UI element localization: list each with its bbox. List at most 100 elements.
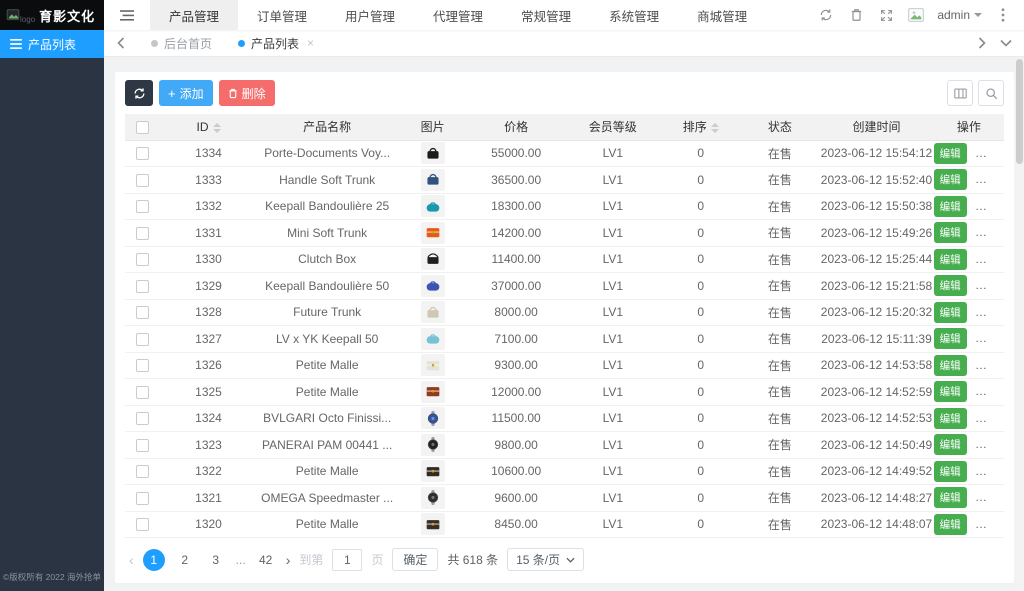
goto-page-input[interactable] <box>332 549 362 571</box>
add-button[interactable]: + 添加 <box>159 80 213 106</box>
logo-area[interactable]: logo 育影文化 <box>0 0 104 30</box>
tabs-scroll-left-icon[interactable] <box>104 37 138 49</box>
search-icon[interactable] <box>978 80 1004 106</box>
product-image[interactable] <box>421 487 445 509</box>
header-sort[interactable]: 排序 <box>661 114 740 140</box>
edit-button[interactable]: 编辑 <box>934 434 967 455</box>
edit-button[interactable]: 编辑 <box>934 275 967 296</box>
page-number-button[interactable]: 1 <box>143 549 165 571</box>
edit-button[interactable]: 编辑 <box>934 514 967 535</box>
product-image[interactable] <box>421 381 445 403</box>
select-all-checkbox[interactable] <box>136 121 149 134</box>
delete-button[interactable]: 删除 <box>975 408 1004 429</box>
topnav-tab[interactable]: 常规管理 <box>502 0 590 30</box>
row-checkbox[interactable] <box>136 386 149 399</box>
row-checkbox[interactable] <box>136 200 149 213</box>
close-icon[interactable]: × <box>307 36 314 50</box>
row-checkbox[interactable] <box>136 465 149 478</box>
edit-button[interactable]: 编辑 <box>934 355 967 376</box>
delete-button[interactable]: 删除 <box>975 302 1004 323</box>
product-image[interactable] <box>421 222 445 244</box>
product-image[interactable] <box>421 434 445 456</box>
product-image[interactable] <box>421 460 445 482</box>
delete-button[interactable]: 删除 <box>975 328 1004 349</box>
delete-button[interactable]: 删除 <box>975 196 1004 217</box>
row-checkbox[interactable] <box>136 147 149 160</box>
product-image[interactable] <box>421 248 445 270</box>
more-icon[interactable] <box>990 2 1016 28</box>
topnav-tab[interactable]: 订单管理 <box>238 0 326 30</box>
edit-button[interactable]: 编辑 <box>934 169 967 190</box>
delete-button[interactable]: 删除 <box>975 249 1004 270</box>
page-number-button[interactable]: 42 <box>255 549 277 571</box>
edit-button[interactable]: 编辑 <box>934 249 967 270</box>
delete-button[interactable]: 删除 <box>219 80 275 106</box>
row-checkbox[interactable] <box>136 439 149 452</box>
topnav-tab[interactable]: 商城管理 <box>678 0 766 30</box>
row-checkbox[interactable] <box>136 280 149 293</box>
delete-button[interactable]: 删除 <box>975 275 1004 296</box>
edit-button[interactable]: 编辑 <box>934 487 967 508</box>
columns-toggle-icon[interactable] <box>947 80 973 106</box>
delete-button[interactable]: 删除 <box>975 222 1004 243</box>
row-checkbox[interactable] <box>136 253 149 266</box>
edit-button[interactable]: 编辑 <box>934 408 967 429</box>
vertical-scrollbar[interactable] <box>1015 57 1024 591</box>
row-checkbox[interactable] <box>136 174 149 187</box>
header-id[interactable]: ID <box>160 114 257 140</box>
goto-confirm-button[interactable]: 确定 <box>392 548 438 571</box>
row-checkbox[interactable] <box>136 227 149 240</box>
clear-cache-icon[interactable] <box>843 2 869 28</box>
product-image[interactable] <box>421 328 445 350</box>
page-number-button[interactable]: 2 <box>174 549 196 571</box>
delete-button[interactable]: 删除 <box>975 514 1004 535</box>
fullscreen-icon[interactable] <box>873 2 899 28</box>
product-image[interactable] <box>421 142 445 164</box>
row-checkbox[interactable] <box>136 518 149 531</box>
edit-button[interactable]: 编辑 <box>934 222 967 243</box>
avatar[interactable] <box>903 2 929 28</box>
delete-button[interactable]: 删除 <box>975 487 1004 508</box>
scrollbar-thumb[interactable] <box>1016 59 1023 164</box>
delete-button[interactable]: 删除 <box>975 169 1004 190</box>
row-checkbox[interactable] <box>136 306 149 319</box>
tabs-dropdown-icon[interactable] <box>1000 39 1012 47</box>
next-page-icon[interactable]: › <box>286 552 291 568</box>
page-size-select[interactable]: 15 条/页 <box>507 548 584 571</box>
sidebar-item-product-list[interactable]: 产品列表 <box>0 30 104 58</box>
edit-button[interactable]: 编辑 <box>934 196 967 217</box>
product-image[interactable] <box>421 301 445 323</box>
product-image[interactable] <box>421 407 445 429</box>
product-image[interactable] <box>421 275 445 297</box>
user-menu[interactable]: admin <box>933 8 986 22</box>
row-checkbox[interactable] <box>136 359 149 372</box>
topnav-tab[interactable]: 代理管理 <box>414 0 502 30</box>
delete-button[interactable]: 删除 <box>975 461 1004 482</box>
tabs-scroll-right-icon[interactable] <box>978 37 986 49</box>
product-image[interactable] <box>421 169 445 191</box>
edit-button[interactable]: 编辑 <box>934 302 967 323</box>
delete-button[interactable]: 删除 <box>975 355 1004 376</box>
row-checkbox[interactable] <box>136 333 149 346</box>
delete-button[interactable]: 删除 <box>975 381 1004 402</box>
product-image[interactable] <box>421 195 445 217</box>
edit-button[interactable]: 编辑 <box>934 143 967 164</box>
product-image[interactable] <box>421 513 445 535</box>
refresh-button[interactable] <box>125 80 153 106</box>
prev-page-icon[interactable]: ‹ <box>129 552 134 568</box>
delete-button[interactable]: 删除 <box>975 434 1004 455</box>
menu-toggle-icon[interactable] <box>104 0 150 30</box>
product-image[interactable] <box>421 354 445 376</box>
row-checkbox[interactable] <box>136 492 149 505</box>
edit-button[interactable]: 编辑 <box>934 381 967 402</box>
edit-button[interactable]: 编辑 <box>934 461 967 482</box>
tab-home[interactable]: 后台首页 <box>138 30 225 56</box>
tab-product-list[interactable]: 产品列表 × <box>225 30 327 56</box>
row-checkbox[interactable] <box>136 412 149 425</box>
refresh-icon[interactable] <box>813 2 839 28</box>
topnav-tab[interactable]: 用户管理 <box>326 0 414 30</box>
topnav-tab[interactable]: 产品管理 <box>150 0 238 30</box>
page-number-button[interactable]: 3 <box>205 549 227 571</box>
topnav-tab[interactable]: 系统管理 <box>590 0 678 30</box>
delete-button[interactable]: 删除 <box>975 143 1004 164</box>
